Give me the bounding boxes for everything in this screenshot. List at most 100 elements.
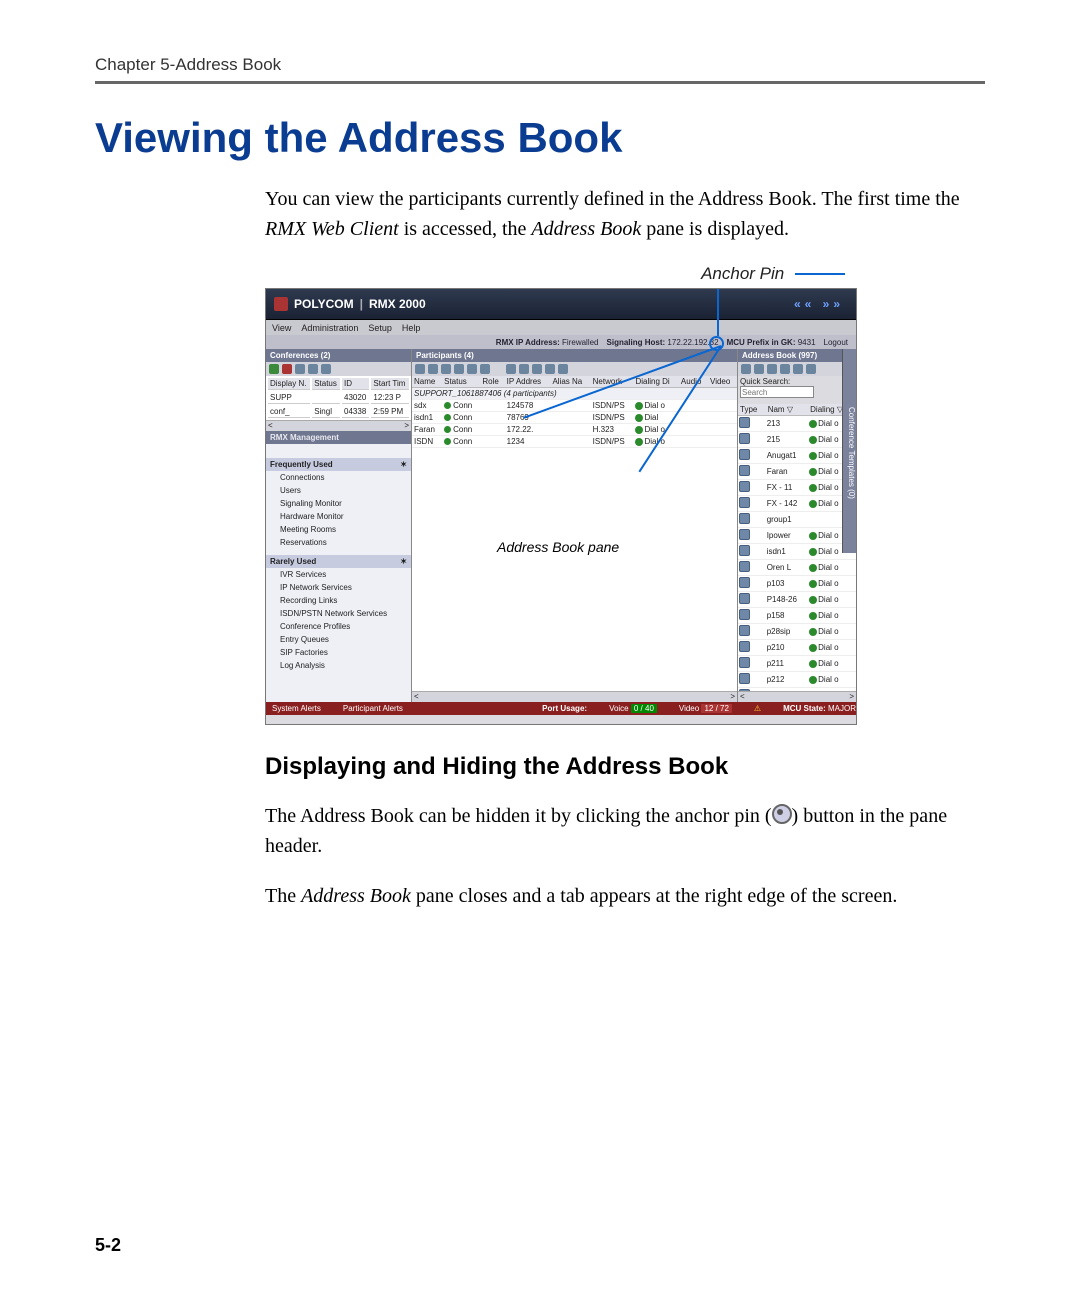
- tree-item[interactable]: SIP Factories: [266, 646, 411, 659]
- tree-item[interactable]: Reservations: [266, 536, 411, 549]
- intro-text: You can view the participants currently …: [265, 188, 960, 210]
- conferences-header: Conferences (2): [266, 349, 411, 362]
- logout-link[interactable]: Logout: [824, 338, 856, 347]
- menu-admin[interactable]: Administration: [301, 323, 358, 333]
- tree-item[interactable]: IVR Services: [266, 568, 411, 581]
- tree-item[interactable]: Users: [266, 484, 411, 497]
- tree-item[interactable]: Conference Profiles: [266, 620, 411, 633]
- toolbar-icon[interactable]: [780, 364, 790, 374]
- table-row[interactable]: group1: [738, 512, 856, 528]
- tree-item[interactable]: Signaling Monitor: [266, 497, 411, 510]
- tree-item[interactable]: Connections: [266, 471, 411, 484]
- table-row[interactable]: P148-26Dial o: [738, 592, 856, 608]
- participant-type-icon: [739, 417, 750, 428]
- toolbar-icon[interactable]: [480, 364, 490, 374]
- participants-toolbar: [412, 362, 737, 376]
- table-row[interactable]: ISDN Conn 1234 ISDN/PS Dial o: [412, 436, 737, 448]
- dial-icon: [809, 436, 817, 444]
- nav-arrows-icon[interactable]: «« »»: [794, 297, 856, 311]
- system-alerts-tab[interactable]: System Alerts: [272, 704, 321, 713]
- table-row[interactable]: p28sipDial o: [738, 624, 856, 640]
- toolbar-icon[interactable]: [558, 364, 568, 374]
- status-band: RMX IP Address: Firewalled Signaling Hos…: [266, 335, 856, 349]
- toolbar-icon[interactable]: [454, 364, 464, 374]
- toolbar-icon[interactable]: [506, 364, 516, 374]
- table-row[interactable]: 215Dial o: [738, 432, 856, 448]
- table-row[interactable]: isdn1Dial o: [738, 544, 856, 560]
- window-titlebar: POLYCOM | RMX 2000 «« »»: [266, 289, 856, 320]
- h-scroll[interactable]: <>: [738, 691, 856, 702]
- toolbar-icon[interactable]: [793, 364, 803, 374]
- callout-leader: [717, 288, 719, 336]
- table-row[interactable]: FaranDial o: [738, 464, 856, 480]
- table-row[interactable]: conf_ Singl 04338 2:59 PM: [268, 406, 409, 418]
- tree-item[interactable]: IP Network Services: [266, 581, 411, 594]
- anchor-pin-marker: [709, 336, 724, 351]
- h-scroll[interactable]: <>: [266, 420, 411, 431]
- dial-icon: [809, 548, 817, 556]
- toolbar-icon[interactable]: [519, 364, 529, 374]
- tree-item[interactable]: Hardware Monitor: [266, 510, 411, 523]
- participant-type-icon: [739, 641, 750, 652]
- menu-setup[interactable]: Setup: [368, 323, 392, 333]
- table-row[interactable]: 213Dial o: [738, 416, 856, 432]
- toolbar-icon[interactable]: [806, 364, 816, 374]
- product-label: RMX 2000: [369, 297, 426, 311]
- tree-section-rare[interactable]: Rarely Used✶: [266, 555, 411, 568]
- participants-table: Name Status Role IP Addres Alias Na Netw…: [412, 376, 737, 448]
- toolbar-icon[interactable]: [321, 364, 331, 374]
- dial-icon: [809, 484, 817, 492]
- status-connected-icon: [444, 426, 451, 433]
- conferences-table: Display N. Status ID Start Tim SUPP 4302…: [266, 376, 411, 420]
- toolbar-icon[interactable]: [415, 364, 425, 374]
- menu-help[interactable]: Help: [402, 323, 421, 333]
- toolbar-icon[interactable]: [532, 364, 542, 374]
- table-row[interactable]: Faran Conn 172.22. H.323 Dial o: [412, 424, 737, 436]
- table-row[interactable]: IpowerDial o: [738, 528, 856, 544]
- table-row[interactable]: p211Dial o: [738, 656, 856, 672]
- tree-item[interactable]: Recording Links: [266, 594, 411, 607]
- toolbar-icon[interactable]: [295, 364, 305, 374]
- intro-text-2: is accessed, the: [404, 218, 532, 240]
- toolbar-icon[interactable]: [467, 364, 477, 374]
- address-book-toolbar: [738, 362, 856, 376]
- toolbar-icon[interactable]: [741, 364, 751, 374]
- h-scroll[interactable]: <>: [412, 691, 737, 702]
- table-row[interactable]: Anugat1Dial o: [738, 448, 856, 464]
- table-row[interactable]: p158Dial o: [738, 608, 856, 624]
- tree-item[interactable]: Log Analysis: [266, 659, 411, 672]
- search-input[interactable]: [740, 386, 814, 398]
- menu-view[interactable]: View: [272, 323, 291, 333]
- dial-icon: [635, 426, 643, 434]
- tree-item[interactable]: Entry Queues: [266, 633, 411, 646]
- tree-section-frequent[interactable]: Frequently Used✶: [266, 458, 411, 471]
- toolbar-icon[interactable]: [754, 364, 764, 374]
- participant-type-icon: [739, 577, 750, 588]
- toolbar-icon[interactable]: [308, 364, 318, 374]
- table-row[interactable]: p210Dial o: [738, 640, 856, 656]
- table-row[interactable]: p212Dial o: [738, 672, 856, 688]
- management-tree: Frequently Used✶ Connections Users Signa…: [266, 458, 411, 702]
- table-row[interactable]: p103Dial o: [738, 576, 856, 592]
- toolbar-icon[interactable]: [428, 364, 438, 374]
- toolbar-icon[interactable]: [441, 364, 451, 374]
- page-title: Viewing the Address Book: [95, 114, 985, 162]
- new-conf-icon[interactable]: [269, 364, 279, 374]
- toolbar-icon[interactable]: [767, 364, 777, 374]
- intro-address-book: Address Book: [531, 218, 641, 240]
- menu-bar: View Administration Setup Help: [266, 320, 856, 335]
- subsection-heading: Displaying and Hiding the Address Book: [265, 753, 985, 781]
- delete-conf-icon[interactable]: [282, 364, 292, 374]
- dial-icon: [809, 468, 817, 476]
- table-row[interactable]: FX - 11Dial o: [738, 480, 856, 496]
- table-row[interactable]: isdn1 Conn 78769 ISDN/PS Dial: [412, 412, 737, 424]
- toolbar-icon[interactable]: [545, 364, 555, 374]
- conference-templates-tab[interactable]: Conference Templates (0): [842, 349, 856, 553]
- tree-item[interactable]: ISDN/PSTN Network Services: [266, 607, 411, 620]
- participant-alerts-tab[interactable]: Participant Alerts: [343, 704, 403, 713]
- table-row[interactable]: Oren LDial o: [738, 560, 856, 576]
- table-row[interactable]: FX - 142Dial o: [738, 496, 856, 512]
- table-row[interactable]: sdx Conn 124578 ISDN/PS Dial o: [412, 400, 737, 412]
- table-row[interactable]: SUPP 43020 12:23 P: [268, 392, 409, 404]
- tree-item[interactable]: Meeting Rooms: [266, 523, 411, 536]
